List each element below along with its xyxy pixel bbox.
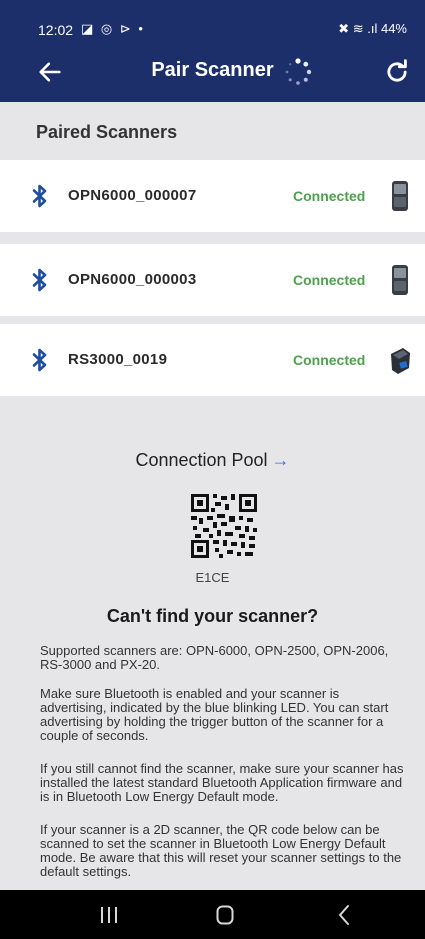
scanner-row[interactable]: RS3000_0019 Connected bbox=[0, 324, 425, 396]
bluetooth-icon bbox=[32, 268, 47, 292]
connection-pool-section: Connection Pool → E1CE Can't find your sc… bbox=[0, 396, 425, 890]
section-title: Paired Scanners bbox=[36, 122, 178, 142]
scanner-name: RS3000_0019 bbox=[68, 351, 168, 368]
paired-scanners-header: Paired Scanners bbox=[0, 102, 425, 160]
page-title: Pair Scanner bbox=[151, 59, 274, 81]
rs-scanner-icon bbox=[391, 348, 410, 374]
opn-scanner-icon bbox=[392, 181, 408, 211]
qr-code bbox=[191, 494, 257, 558]
scanner-name: OPN6000_000003 bbox=[68, 271, 197, 288]
help-paragraph: Supported scanners are: OPN-6000, OPN-25… bbox=[40, 643, 389, 672]
system-nav-bar bbox=[0, 890, 425, 939]
connection-status: Connected bbox=[293, 272, 366, 288]
pool-code: E1CE bbox=[195, 570, 230, 585]
connection-pool-label: Connection Pool bbox=[135, 450, 268, 470]
arrow-right-icon: → bbox=[271, 450, 290, 470]
loading-spinner-icon bbox=[285, 58, 312, 85]
status-bar: 12:02 ◪ ◎ ⊳ • ✖ ≋ .ıl 44% bbox=[0, 0, 425, 42]
connection-pool-link[interactable]: Connection Pool → bbox=[0, 450, 425, 471]
help-paragraph: If your scanner is a 2D scanner, the QR … bbox=[40, 822, 402, 879]
refresh-icon[interactable] bbox=[383, 58, 411, 86]
scanner-row[interactable]: OPN6000_000007 Connected bbox=[0, 160, 425, 232]
status-time: 12:02 bbox=[38, 22, 74, 38]
notification-icons: ◪ ◎ ⊳ • bbox=[81, 21, 145, 36]
help-paragraph: If you still cannot find the scanner, ma… bbox=[40, 761, 404, 804]
app-bar: Pair Scanner bbox=[0, 42, 425, 102]
help-paragraph: Make sure Bluetooth is enabled and your … bbox=[40, 686, 389, 743]
bluetooth-icon bbox=[32, 184, 47, 208]
status-right-icons: ✖ ≋ .ıl 44% bbox=[338, 21, 407, 36]
scanner-row[interactable]: OPN6000_000003 Connected bbox=[0, 244, 425, 316]
connection-status: Connected bbox=[293, 188, 366, 204]
home-icon[interactable] bbox=[216, 905, 234, 925]
opn-scanner-icon bbox=[392, 265, 408, 295]
back-nav-icon[interactable] bbox=[337, 904, 351, 926]
help-heading: Can't find your scanner? bbox=[106, 606, 319, 626]
recent-apps-icon[interactable] bbox=[97, 906, 121, 924]
connection-status: Connected bbox=[293, 352, 366, 368]
scanner-name: OPN6000_000007 bbox=[68, 187, 197, 204]
bluetooth-icon bbox=[32, 348, 47, 372]
